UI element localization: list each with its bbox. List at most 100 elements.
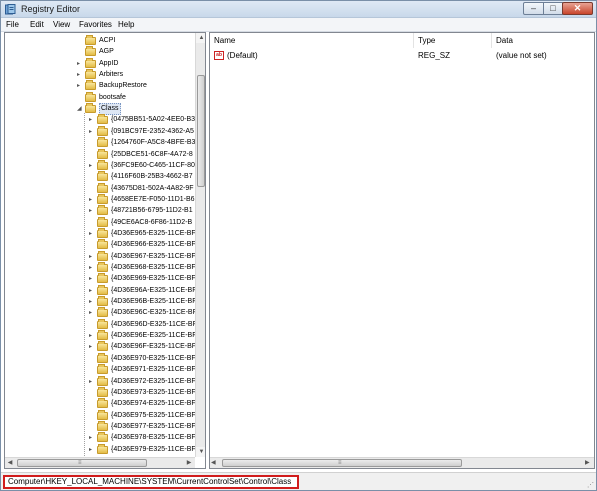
menu-edit[interactable]: Edit [30, 20, 44, 29]
tree-item[interactable]: ▸ {4D36E979-E325-11CE-BF [89, 443, 196, 455]
tree-item[interactable]: {49CE6AC8-6F86-11D2-B [89, 216, 195, 228]
scroll-right-arrow-icon[interactable]: ▶ [184, 458, 194, 468]
tree-item[interactable]: ▸ {4D36E978-E325-11CE-BF [89, 432, 196, 443]
tree-horizontal-scroll-thumb[interactable]: ≡ [17, 459, 147, 467]
tree-item-label: {4D36E96B-E325-11CE-BF [111, 298, 197, 306]
expand-arrow-icon[interactable]: ▸ [89, 342, 95, 352]
tree-item[interactable]: ▸ {4D36E96B-E325-11CE-BF [89, 296, 197, 307]
expand-arrow-icon[interactable]: ▸ [89, 274, 95, 284]
expand-arrow-icon[interactable]: ▸ [89, 195, 95, 205]
tree-item[interactable]: ▸ {4D36E96A-E325-11CE-BF [89, 284, 196, 296]
values-horizontal-scrollbar[interactable]: ◀ ≡ ▶ [210, 457, 594, 468]
expand-arrow-icon[interactable]: ▸ [77, 81, 83, 91]
minimize-button[interactable]: – [523, 2, 544, 15]
menu-favorites[interactable]: Favorites [79, 20, 112, 29]
menu-file[interactable]: File [6, 20, 19, 29]
tree-item[interactable]: {1264760F-A5C8-4BFE-B3 [89, 137, 196, 148]
expand-arrow-icon[interactable]: ▸ [89, 331, 95, 341]
tree-item[interactable]: {43675D81-502A-4A82-9F [89, 182, 195, 194]
tree-item[interactable]: ▸ Arbiters [77, 69, 195, 80]
tree-item[interactable]: {4D36E96D-E325-11CE-BF [89, 318, 197, 330]
tree-item[interactable]: {25DBCE51-6C8F-4A72-8 [89, 148, 195, 160]
expand-arrow-icon[interactable]: ▸ [89, 297, 95, 307]
expand-arrow-icon[interactable]: ▸ [89, 308, 95, 318]
expand-arrow-icon[interactable]: ▸ [89, 206, 95, 216]
close-button[interactable]: ✕ [562, 2, 593, 15]
expand-arrow-icon[interactable]: ▸ [77, 59, 83, 69]
tree-item[interactable]: {4116F60B-25B3-4662-B7 [89, 171, 195, 182]
registry-tree-pane[interactable]: ACPI AGP ▸ AppID ▸ Arbiters ▸ BackupRestore boot… [4, 32, 206, 469]
registry-values-pane[interactable]: Name Type Data ab (Default) REG_SZ (valu… [209, 32, 595, 469]
tree-item[interactable]: ▸ {4D36E969-E325-11CE-BF [89, 273, 196, 284]
expand-arrow-icon[interactable]: ▸ [89, 286, 95, 296]
tree-item[interactable]: {4D36E975-E325-11CE-BF [89, 409, 196, 421]
tree-item-label: {1264760F-A5C8-4BFE-B3 [111, 139, 196, 147]
tree-item[interactable]: {4D36E966-E325-11CE-BF [89, 239, 196, 250]
expand-arrow-icon[interactable]: ▸ [89, 161, 95, 171]
resize-grip-icon[interactable]: ⋰ [587, 481, 594, 489]
tree-item[interactable]: {4D36E971-E325-11CE-BF [89, 364, 196, 375]
tree-item[interactable]: {4D36E973-E325-11CE-BF [89, 386, 196, 398]
tree-item[interactable]: ▸ {4658EE7E-F050-11D1-B6 [89, 193, 195, 205]
tree-item[interactable]: ACPI [77, 35, 195, 46]
expand-arrow-icon[interactable]: ◢ [77, 104, 83, 114]
expand-arrow-icon[interactable]: ▸ [89, 252, 95, 262]
values-horizontal-scroll-thumb[interactable]: ≡ [222, 459, 462, 467]
folder-icon [97, 352, 108, 363]
scroll-left-arrow-icon[interactable]: ◀ [5, 458, 15, 468]
maximize-button[interactable]: □ [543, 2, 563, 15]
tree-item[interactable]: ▸ AppID [77, 57, 195, 69]
tree-item-label: {25DBCE51-6C8F-4A72-8 [111, 150, 193, 158]
scroll-down-arrow-icon[interactable]: ▼ [196, 447, 205, 457]
expand-arrow-icon[interactable]: ▸ [89, 263, 95, 273]
values-grip-icon: ≡ [338, 460, 342, 466]
title-bar[interactable]: Registry Editor – □ ✕ [1, 1, 596, 18]
scroll-up-arrow-icon[interactable]: ▲ [196, 33, 205, 43]
expand-arrow-icon[interactable]: ▸ [89, 127, 95, 137]
folder-icon [97, 262, 108, 272]
menu-view[interactable]: View [53, 20, 70, 29]
tree-item-label: Arbiters [99, 71, 124, 79]
tree-item[interactable]: ▸ {4D36E96F-E325-11CE-BF [89, 341, 196, 352]
expand-arrow-icon[interactable]: ▸ [89, 433, 95, 443]
tree-item[interactable]: ▸ {091BC97E-2352-4362-A5 [89, 125, 195, 137]
tree-item-label: {091BC97E-2352-4362-A5 [111, 127, 194, 135]
tree-item[interactable]: ▸ BackupRestore [77, 80, 195, 91]
folder-icon [97, 171, 108, 182]
folder-icon [97, 250, 108, 261]
tree-item[interactable]: {4D36E974-E325-11CE-BF [89, 398, 196, 409]
tree-item[interactable]: ▸ {0475BB51-5A02-4EE0-B3 [89, 114, 195, 125]
values-scroll-left-arrow-icon[interactable]: ◀ [211, 458, 216, 468]
tree-item[interactable]: AGP [77, 46, 195, 57]
column-header-name[interactable]: Name [210, 33, 414, 48]
tree-item[interactable]: ▸ {48721B56-6795-11D2-B1 [89, 205, 195, 216]
tree-item[interactable]: {4D36E977-E325-11CE-BF [89, 420, 196, 432]
column-header-type[interactable]: Type [414, 33, 492, 48]
column-header-data[interactable]: Data [492, 33, 594, 48]
values-column-headers: Name Type Data [210, 33, 594, 48]
tree-item[interactable]: ▸ {4D36E965-E325-11CE-BF [89, 227, 196, 239]
folder-icon [97, 409, 108, 420]
tree-item[interactable]: ▸ {4D36E972-E325-11CE-BF [89, 375, 196, 387]
folder-icon [97, 318, 108, 329]
tree-horizontal-scrollbar[interactable]: ◀ ≡ ▶ [5, 457, 195, 468]
expand-arrow-icon[interactable]: ▸ [89, 115, 95, 125]
tree-item[interactable]: ▸ {4D36E967-E325-11CE-BF [89, 250, 196, 262]
menu-help[interactable]: Help [118, 20, 134, 29]
tree-item[interactable]: ▸ {36FC9E60-C465-11CF-80 [89, 159, 195, 171]
value-row[interactable]: ab (Default) REG_SZ (value not set) [210, 50, 594, 62]
tree-item[interactable]: ◢ Class [77, 103, 195, 116]
tree-vertical-scrollbar[interactable]: ▲ ▼ [195, 33, 205, 457]
tree-item[interactable]: bootsafe [77, 91, 195, 103]
expand-arrow-icon[interactable]: ▸ [77, 70, 83, 80]
expand-arrow-icon[interactable]: ▸ [89, 445, 95, 455]
tree-item-label: {4D36E96E-E325-11CE-BF [111, 332, 197, 340]
expand-arrow-icon[interactable]: ▸ [89, 377, 95, 387]
expand-arrow-icon[interactable]: ▸ [89, 229, 95, 239]
tree-item[interactable]: ▸ {4D36E968-E325-11CE-BF [89, 262, 196, 273]
tree-item[interactable]: ▸ {4D36E96C-E325-11CE-BF [89, 307, 197, 318]
tree-item[interactable]: ▸ {4D36E96E-E325-11CE-BF [89, 330, 197, 341]
values-scroll-right-arrow-icon[interactable]: ▶ [585, 458, 590, 468]
tree-item[interactable]: {4D36E970-E325-11CE-BF [89, 352, 196, 364]
tree-vertical-scroll-thumb[interactable] [197, 75, 205, 187]
